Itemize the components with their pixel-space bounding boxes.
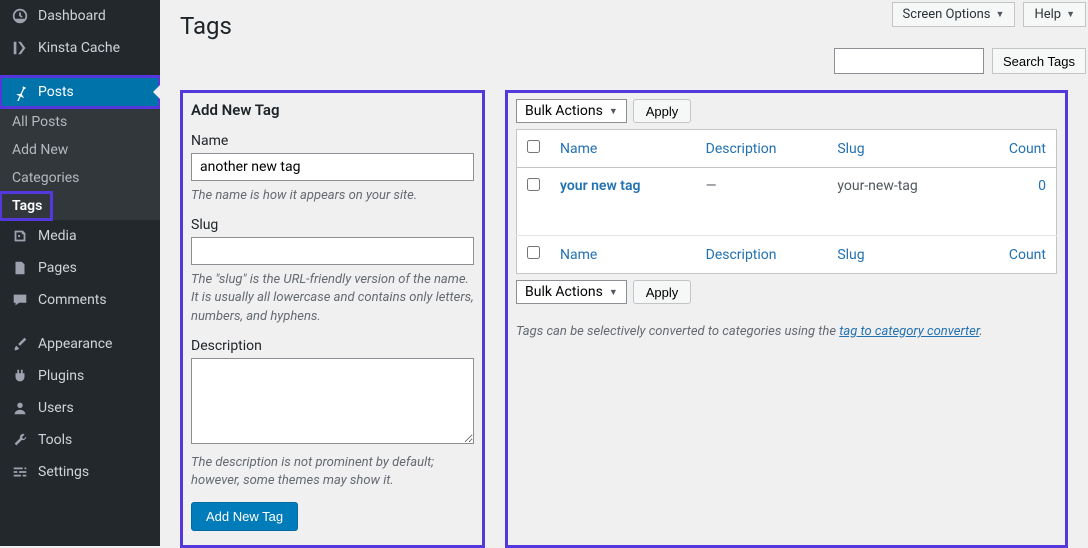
- sliders-icon: [10, 463, 30, 481]
- kinsta-icon: [10, 39, 30, 57]
- tags-table: Name Description Slug Count your new tag…: [516, 129, 1057, 274]
- sidebar-item-tools[interactable]: Tools: [0, 424, 160, 456]
- caret-down-icon: ▼: [609, 106, 618, 117]
- col-description[interactable]: Description: [696, 236, 828, 274]
- pages-icon: [10, 259, 30, 277]
- search-row: Search Tags: [834, 48, 1086, 74]
- tag-count[interactable]: 0: [973, 168, 1057, 236]
- sidebar-item-dashboard[interactable]: Dashboard: [0, 0, 160, 32]
- sidebar-label: Plugins: [38, 368, 84, 384]
- search-button[interactable]: Search Tags: [992, 48, 1086, 74]
- sidebar-label: Comments: [38, 292, 107, 308]
- apply-button-bottom[interactable]: Apply: [633, 280, 692, 304]
- bulk-actions-select-top[interactable]: Bulk Actions ▼: [516, 99, 627, 123]
- footer-note-post: .: [979, 324, 982, 339]
- tag-description: —: [696, 168, 828, 236]
- main-content: Screen Options ▼ Help ▼ Tags Search Tags…: [160, 0, 1088, 546]
- description-input[interactable]: [191, 358, 474, 444]
- name-input[interactable]: [191, 153, 474, 181]
- sidebar-item-comments[interactable]: Comments: [0, 284, 160, 316]
- table-row: your new tag — your-new-tag 0: [517, 168, 1057, 236]
- description-label: Description: [191, 338, 474, 354]
- col-description[interactable]: Description: [696, 130, 828, 168]
- help-button[interactable]: Help ▼: [1023, 2, 1086, 27]
- row-checkbox[interactable]: [527, 178, 540, 191]
- pin-icon: [10, 83, 30, 101]
- name-help: The name is how it appears on your site.: [191, 187, 474, 205]
- sidebar-sub-all-posts[interactable]: All Posts: [0, 108, 160, 136]
- sidebar-label: Dashboard: [38, 8, 106, 24]
- top-actions: Screen Options ▼ Help ▼: [892, 2, 1086, 27]
- sidebar-item-kinsta[interactable]: Kinsta Cache: [0, 32, 160, 64]
- sidebar-item-plugins[interactable]: Plugins: [0, 360, 160, 392]
- sidebar-label: Media: [38, 228, 77, 244]
- form-heading: Add New Tag: [191, 101, 474, 119]
- slug-label: Slug: [191, 217, 474, 233]
- sidebar-label: Users: [38, 400, 74, 416]
- sidebar-label: Pages: [38, 260, 77, 276]
- caret-down-icon: ▼: [1066, 9, 1075, 20]
- select-all-checkbox-top[interactable]: [527, 140, 540, 153]
- sidebar-item-users[interactable]: Users: [0, 392, 160, 424]
- sidebar-label: Settings: [38, 464, 89, 480]
- caret-down-icon: ▼: [996, 9, 1005, 20]
- tag-name-link[interactable]: your new tag: [560, 178, 640, 194]
- sidebar-item-pages[interactable]: Pages: [0, 252, 160, 284]
- col-count[interactable]: Count: [973, 236, 1057, 274]
- search-input[interactable]: [834, 48, 984, 74]
- sidebar-item-appearance[interactable]: Appearance: [0, 328, 160, 360]
- dashboard-icon: [10, 7, 30, 25]
- admin-sidebar: Dashboard Kinsta Cache Posts All Posts A…: [0, 0, 160, 546]
- bulk-actions-label: Bulk Actions: [525, 284, 603, 300]
- name-label: Name: [191, 133, 474, 149]
- col-slug[interactable]: Slug: [827, 236, 973, 274]
- footer-note: Tags can be selectively converted to cat…: [516, 324, 1057, 339]
- media-icon: [10, 227, 30, 245]
- caret-down-icon: ▼: [609, 287, 618, 298]
- tag-to-category-link[interactable]: tag to category converter: [839, 324, 979, 339]
- col-name[interactable]: Name: [550, 130, 696, 168]
- sidebar-sub-tags[interactable]: Tags: [0, 192, 52, 220]
- comments-icon: [10, 291, 30, 309]
- tag-slug: your-new-tag: [827, 168, 973, 236]
- sidebar-item-settings[interactable]: Settings: [0, 456, 160, 488]
- add-tag-panel: Add New Tag Name The name is how it appe…: [180, 90, 485, 548]
- col-name[interactable]: Name: [550, 236, 696, 274]
- sidebar-label: Tools: [38, 432, 72, 448]
- posts-submenu: All Posts Add New Categories Tags: [0, 108, 160, 220]
- slug-input[interactable]: [191, 237, 474, 265]
- apply-button-top[interactable]: Apply: [633, 99, 692, 123]
- add-new-tag-button[interactable]: Add New Tag: [191, 502, 298, 531]
- sidebar-item-media[interactable]: Media: [0, 220, 160, 252]
- footer-note-pre: Tags can be selectively converted to cat…: [516, 324, 839, 339]
- screen-options-label: Screen Options: [903, 7, 991, 22]
- tags-table-panel: Bulk Actions ▼ Apply Name Description Sl…: [505, 90, 1068, 548]
- col-count[interactable]: Count: [973, 130, 1057, 168]
- sidebar-sub-add-new[interactable]: Add New: [0, 136, 160, 164]
- brush-icon: [10, 335, 30, 353]
- sidebar-label: Kinsta Cache: [38, 40, 120, 56]
- users-icon: [10, 399, 30, 417]
- sidebar-label: Posts: [38, 84, 74, 100]
- screen-options-button[interactable]: Screen Options ▼: [892, 2, 1016, 27]
- col-slug[interactable]: Slug: [827, 130, 973, 168]
- plug-icon: [10, 367, 30, 385]
- slug-help: The "slug" is the URL-friendly version o…: [191, 271, 474, 326]
- bulk-actions-select-bottom[interactable]: Bulk Actions ▼: [516, 280, 627, 304]
- wrench-icon: [10, 431, 30, 449]
- active-caret-icon: [153, 84, 160, 100]
- bulk-actions-label: Bulk Actions: [525, 103, 603, 119]
- sidebar-sub-categories[interactable]: Categories: [0, 164, 160, 192]
- description-help: The description is not prominent by defa…: [191, 454, 474, 490]
- sidebar-label: Appearance: [38, 336, 112, 352]
- sidebar-item-posts[interactable]: Posts: [0, 76, 160, 108]
- help-label: Help: [1034, 7, 1061, 22]
- select-all-checkbox-bottom[interactable]: [527, 246, 540, 259]
